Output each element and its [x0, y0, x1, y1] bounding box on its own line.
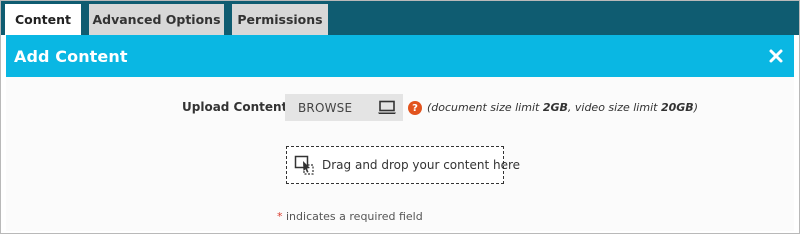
browse-button-label: BROWSE: [298, 100, 353, 115]
drag-drop-text: Drag and drop your content here: [322, 158, 521, 172]
document-size-limit: 2GB: [542, 101, 568, 114]
drag-drop-icon: [294, 155, 314, 175]
browse-button[interactable]: BROWSE: [285, 94, 403, 121]
video-size-limit: 20GB: [660, 101, 694, 114]
tab-permissions[interactable]: Permissions: [232, 4, 328, 35]
size-note-suffix: ): [693, 101, 698, 114]
upload-content-label-text: Upload Content: [182, 100, 288, 114]
tab-bar: Content Advanced Options Permissions: [1, 1, 799, 35]
required-note-text: indicates a required field: [282, 210, 423, 223]
drag-drop-zone[interactable]: Drag and drop your content here: [286, 146, 520, 184]
tab-advanced-options[interactable]: Advanced Options: [89, 4, 224, 35]
dialog-title: Add Content: [14, 46, 128, 66]
dialog-header: Add Content: [6, 35, 794, 77]
required-field-note: * indicates a required field: [277, 210, 423, 223]
laptop-icon: [378, 100, 396, 114]
size-limit-note: (document size limit 2GB, video size lim…: [427, 101, 698, 114]
dialog-body: Upload Content* BROWSE ? (document size …: [6, 77, 794, 231]
question-icon[interactable]: ?: [408, 101, 422, 115]
upload-content-label: Upload Content*: [182, 100, 297, 114]
size-note-prefix: (document size limit: [427, 101, 543, 114]
size-note-middle: , video size limit: [567, 101, 661, 114]
close-icon[interactable]: [766, 46, 786, 66]
add-content-dialog: Content Advanced Options Permissions Add…: [0, 0, 800, 234]
tab-content[interactable]: Content: [5, 4, 81, 35]
